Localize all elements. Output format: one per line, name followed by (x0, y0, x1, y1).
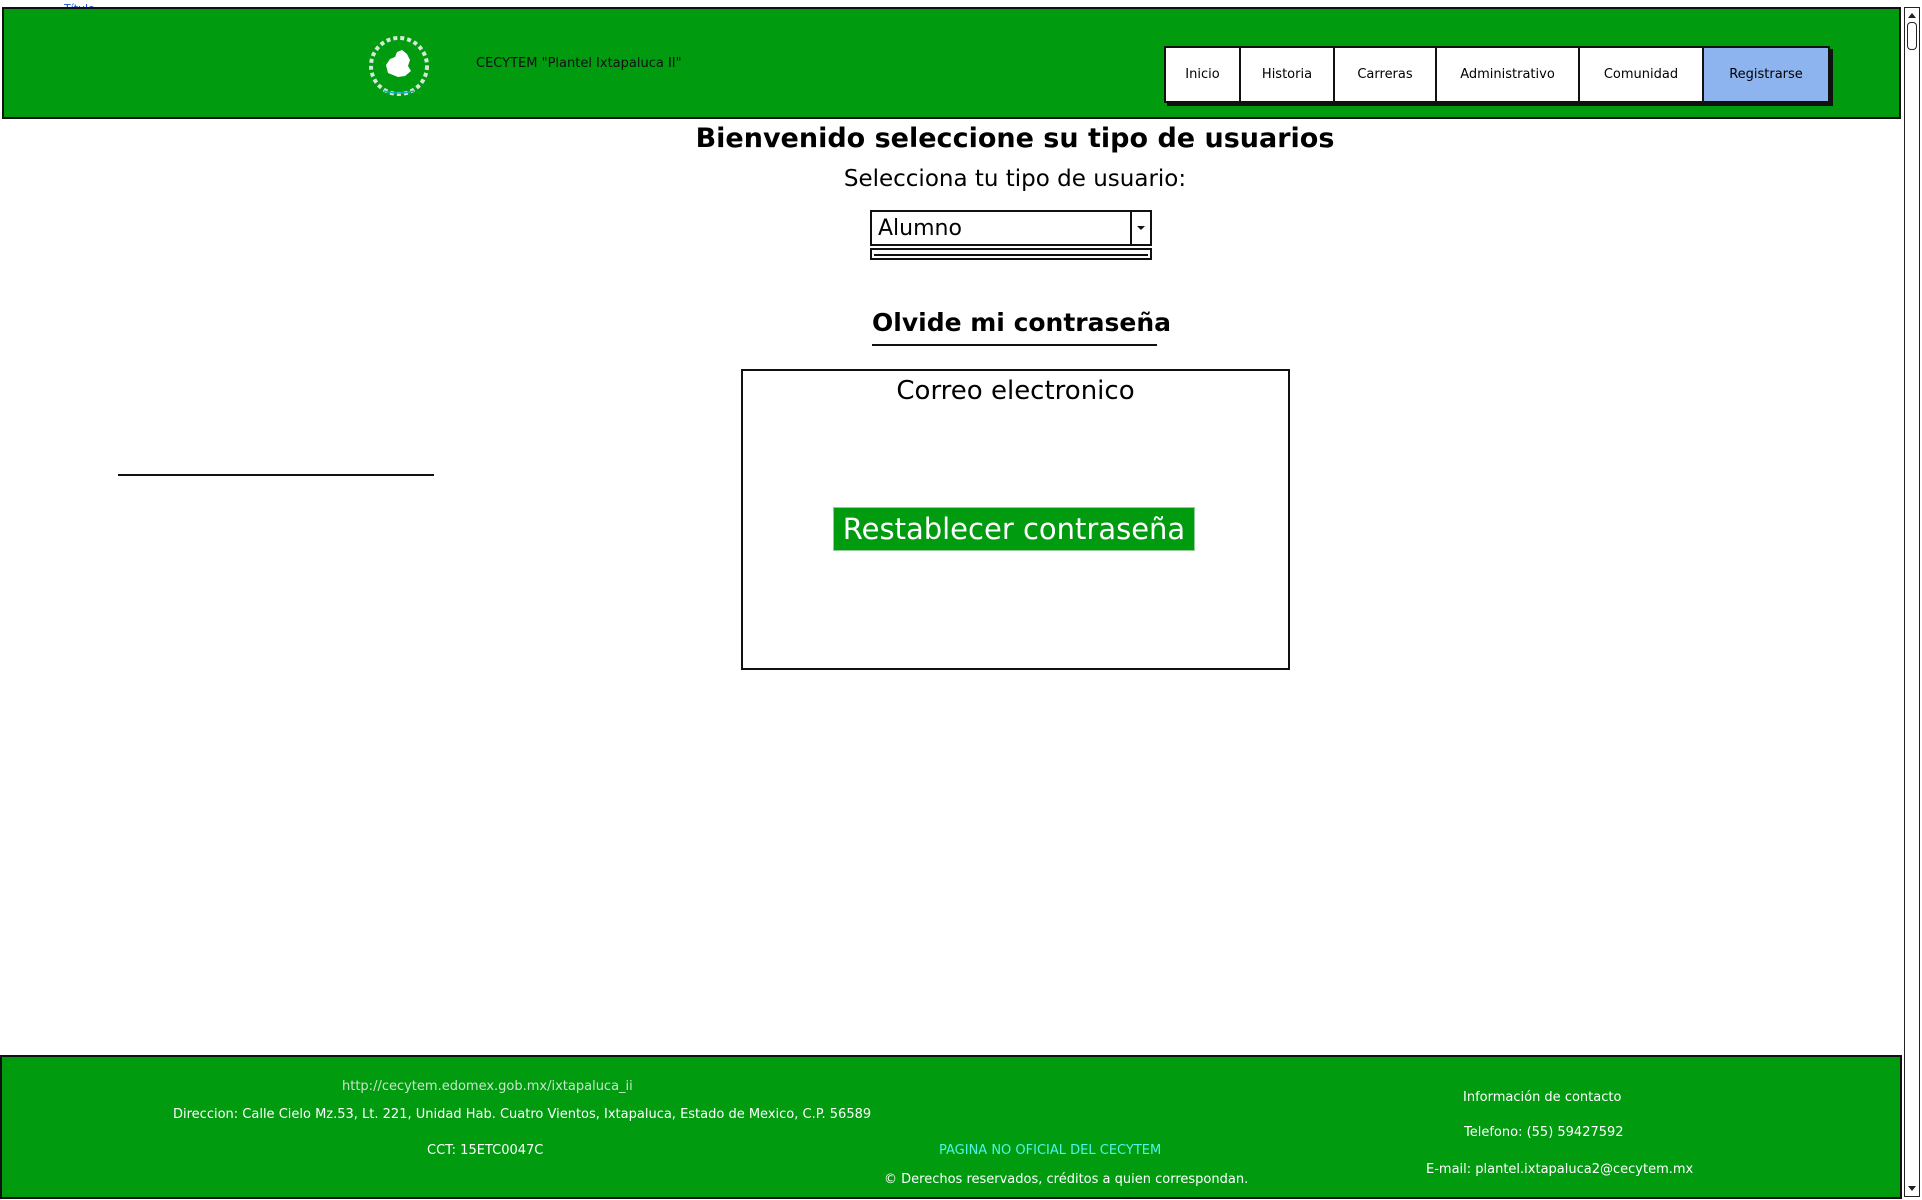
forgot-password-heading: Olvide mi contraseña (872, 308, 1172, 337)
footer-url-link[interactable]: http://cecytem.edomex.gob.mx/ixtapaluca_… (342, 1079, 633, 1094)
chevron-down-icon[interactable] (1130, 212, 1150, 244)
email-field[interactable] (118, 432, 434, 476)
scroll-up-icon[interactable] (1905, 8, 1919, 22)
nav-inicio[interactable]: Inicio (1166, 48, 1241, 101)
site-title: CECYTEM "Plantel Ixtapaluca II" (476, 56, 682, 71)
site-footer: http://cecytem.edomex.gob.mx/ixtapaluca_… (0, 1055, 1902, 1199)
site-header: CECYTEM "Plantel Ixtapaluca II" Inicio H… (2, 7, 1901, 119)
footer-address: Direccion: Calle Cielo Mz.53, Lt. 221, U… (173, 1107, 872, 1122)
welcome-heading: Bienvenido seleccione su tipo de usuario… (695, 123, 1335, 154)
email-label: Correo electronico (896, 376, 1135, 406)
footer-cct: CCT: 15ETC0047C (427, 1143, 544, 1158)
user-type-value: Alumno (878, 216, 962, 241)
scroll-down-icon[interactable] (1905, 1182, 1919, 1196)
state-map-seal-icon (368, 35, 430, 97)
scrollbar-thumb[interactable] (1907, 22, 1917, 50)
footer-rights: © Derechos reservados, créditos a quien … (884, 1172, 1249, 1187)
nav-historia[interactable]: Historia (1241, 48, 1335, 101)
divider (872, 344, 1157, 346)
nav-carreras[interactable]: Carreras (1335, 48, 1437, 101)
reset-card: Correo electronico Restablecer contraseñ… (741, 369, 1290, 670)
vertical-scrollbar[interactable] (1904, 7, 1920, 1197)
user-type-select[interactable]: Alumno (870, 210, 1152, 246)
reset-password-button[interactable]: Restablecer contraseña (833, 507, 1195, 551)
footer-phone: Telefono: (55) 59427592 (1464, 1125, 1624, 1140)
nav-administrativo[interactable]: Administrativo (1437, 48, 1580, 101)
footer-unofficial-note: PAGINA NO OFICIAL DEL CECYTEM (939, 1143, 1162, 1158)
footer-contact-heading: Información de contacto (1463, 1090, 1622, 1105)
nav-registrarse[interactable]: Registrarse (1704, 48, 1828, 101)
user-type-label: Selecciona tu tipo de usuario: (843, 166, 1187, 192)
user-type-options-list[interactable] (870, 248, 1152, 260)
footer-email: E-mail: plantel.ixtapaluca2@cecytem.mx (1426, 1162, 1694, 1177)
nav-comunidad[interactable]: Comunidad (1580, 48, 1704, 101)
main-nav: Inicio Historia Carreras Administrativo … (1164, 46, 1830, 103)
